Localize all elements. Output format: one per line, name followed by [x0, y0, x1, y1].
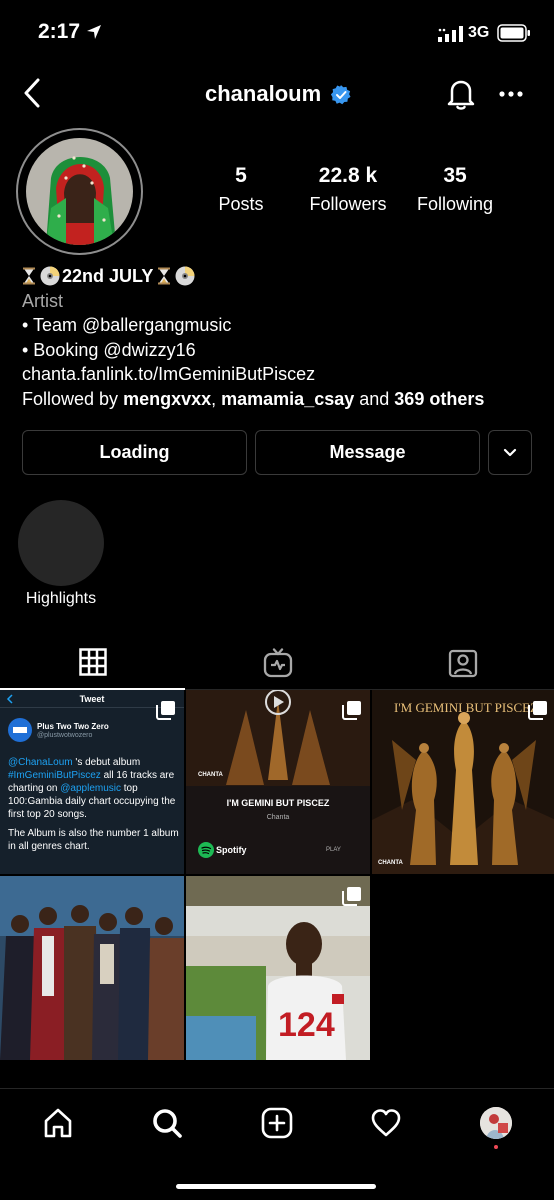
- bell-icon[interactable]: [444, 76, 478, 112]
- followed-by-others: 369 others: [394, 388, 485, 409]
- profile-avatar-ring[interactable]: [16, 128, 143, 255]
- hourglass-icon: [158, 267, 171, 285]
- album-artist-tag: CHANTA: [198, 772, 223, 778]
- verified-badge-icon: [331, 85, 351, 105]
- group-photo-image: [0, 876, 184, 1060]
- more-options-icon[interactable]: [497, 82, 525, 106]
- spotify-brand: Spotify: [216, 845, 247, 855]
- tab-tagged[interactable]: [370, 635, 554, 690]
- multiple-posts-icon: [156, 701, 175, 720]
- battery-icon: [497, 24, 530, 42]
- highlight-circle[interactable]: [18, 500, 104, 586]
- chevron-down-icon: [503, 448, 517, 456]
- bio-link[interactable]: chanta.fanlink.to/ImGeminiButPiscez: [22, 362, 542, 387]
- bio-name: 22nd JULY: [62, 266, 154, 286]
- followers-value: 22.8 k: [318, 164, 378, 187]
- hourglass-icon: [23, 267, 35, 285]
- status-time: 2:17: [38, 20, 81, 43]
- tweet-avatar: [8, 718, 32, 742]
- profile-tabs: [0, 635, 554, 690]
- posts-value: 5: [235, 164, 247, 187]
- dvd-icon: [40, 266, 60, 286]
- dvd-icon: [175, 266, 195, 286]
- posts-label: Posts: [218, 194, 264, 214]
- tweet-text: The Album is also the number 1 album in …: [8, 828, 179, 852]
- multiple-posts-icon: [528, 701, 547, 720]
- tab-igtv[interactable]: [185, 635, 370, 690]
- network-type: 3G: [468, 24, 490, 41]
- profile-username: chanaloum: [205, 81, 322, 106]
- tweet-text: 's debut album: [72, 757, 141, 768]
- back-icon[interactable]: [18, 76, 48, 110]
- post-album-tile[interactable]: I'M GEMINI BUT PISCEZ CHANTA: [372, 690, 554, 874]
- tweet-mention: @ChanaLoum: [8, 757, 73, 768]
- search-icon[interactable]: [151, 1107, 183, 1139]
- profile-bio: 22nd JULY Artist • Team @ballergangmusic…: [22, 264, 542, 411]
- tab-grid[interactable]: [0, 635, 185, 690]
- following-count[interactable]: 35 Following: [410, 164, 500, 215]
- signal-icon: [438, 26, 463, 42]
- bio-team-line[interactable]: • Team @ballergangmusic: [22, 313, 542, 338]
- highlight-label: Highlights: [25, 590, 97, 607]
- followers-label: Followers: [309, 194, 387, 214]
- profile-avatar: [26, 138, 133, 245]
- status-bar: 2:17 3G: [0, 0, 554, 66]
- multiple-posts-icon: [342, 887, 361, 906]
- multiple-posts-icon: [342, 701, 361, 720]
- album-cover-image: [372, 690, 554, 874]
- following-label: Following: [416, 194, 494, 214]
- tweet-hashtag: #ImGeminiButPiscez: [8, 770, 101, 781]
- igtv-icon: [263, 647, 292, 677]
- post-portrait-tile[interactable]: 124: [186, 876, 370, 1060]
- bottom-nav: [0, 1088, 554, 1158]
- post-group-photo-tile[interactable]: [0, 876, 184, 1060]
- profile-avatar-icon: [480, 1107, 512, 1139]
- notification-dot: [494, 1145, 498, 1149]
- svg-text:124: 124: [278, 1006, 335, 1044]
- follow-button[interactable]: Loading: [22, 430, 247, 475]
- activity-heart-icon[interactable]: [370, 1107, 402, 1139]
- bio-category: Artist: [22, 290, 64, 311]
- tweet-author-name: Plus Two Two Zero: [37, 722, 109, 731]
- spotify-track-title: I'M GEMINI BUT PISCEZ: [226, 798, 330, 808]
- grid-icon: [78, 647, 107, 676]
- spotify-play: PLAY: [326, 847, 341, 853]
- location-arrow-icon: [87, 25, 101, 39]
- followed-by-prefix: Followed by: [22, 388, 124, 409]
- spotify-track-artist: Chanta: [266, 814, 290, 821]
- tagged-icon: [448, 649, 477, 677]
- profile-header: chanaloum: [0, 70, 554, 120]
- followed-by-user: mamamia_csay: [221, 388, 355, 409]
- suggested-dropdown-button[interactable]: [488, 430, 532, 475]
- followed-by-and: and: [354, 388, 395, 409]
- followers-count[interactable]: 22.8 k Followers: [302, 164, 394, 215]
- bio-name-line: 22nd JULY: [22, 264, 542, 289]
- profile-tab-avatar[interactable]: [480, 1107, 512, 1139]
- bio-booking-line[interactable]: • Booking @dwizzy16: [22, 338, 542, 363]
- album-cover-artist: CHANTA: [378, 860, 403, 866]
- tweet-mention: @applemusic: [60, 783, 121, 794]
- spotify-icon: [198, 842, 214, 858]
- tweet-body: @ChanaLoum 's debut album #ImGeminiButPi…: [8, 756, 180, 853]
- post-spotify-tile[interactable]: CHANTA I'M GEMINI BUT PISCEZ Chanta Spot…: [186, 690, 370, 874]
- album-cover-title: I'M GEMINI BUT PISCEZ: [394, 700, 539, 715]
- post-tweet-tile[interactable]: Tweet Plus Two Two Zero @plustwotwozero …: [0, 690, 184, 874]
- following-value: 35: [443, 164, 467, 187]
- posts-count: 5 Posts: [212, 164, 270, 215]
- followed-by-user: mengxvxx: [123, 388, 212, 409]
- home-indicator: [176, 1184, 376, 1189]
- followed-by-separator: ,: [211, 388, 222, 409]
- followed-by[interactable]: Followed by mengxvxx, mamamia_csay and 3…: [22, 387, 542, 412]
- home-icon[interactable]: [42, 1107, 74, 1139]
- message-button[interactable]: Message: [255, 430, 480, 475]
- create-post-icon[interactable]: [261, 1107, 293, 1139]
- tweet-author-handle: @plustwotwozero: [37, 732, 93, 739]
